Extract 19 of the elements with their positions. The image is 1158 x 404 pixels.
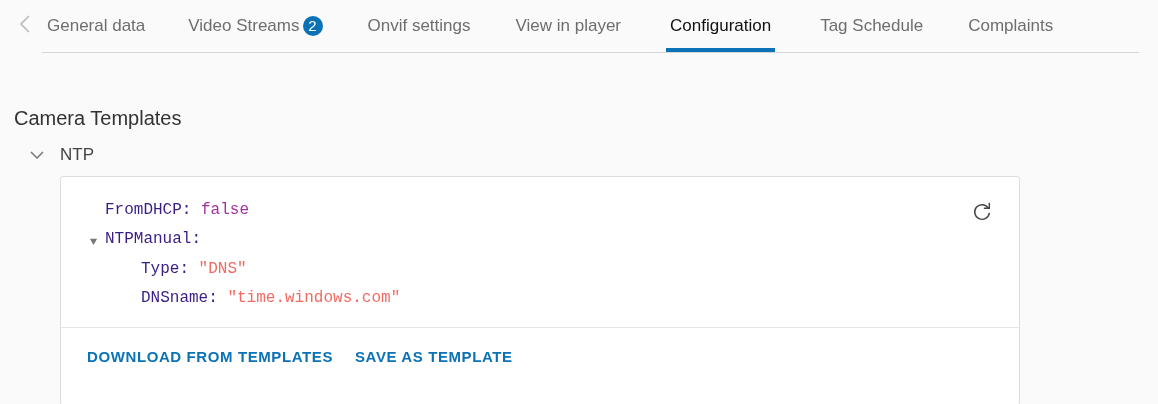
tab[interactable]: General data [47, 0, 146, 52]
collapse-icon[interactable] [89, 236, 98, 246]
refresh-icon[interactable] [971, 201, 993, 223]
tab[interactable]: Complaints [968, 0, 1054, 52]
json-property: FromDHCP: false [105, 200, 250, 219]
json-property: DNSname: "time.windows.com" [141, 289, 401, 308]
tab[interactable]: Onvif settings [367, 0, 471, 52]
section-title: Camera Templates [14, 106, 183, 130]
count-badge: 2 [302, 15, 323, 36]
tab[interactable]: Configuration [666, 0, 776, 52]
group-label: NTP [60, 145, 94, 165]
tab[interactable]: Video Streams 2 [188, 0, 323, 52]
action-button[interactable]: SAVE AS TEMPLATE [345, 342, 523, 371]
json-property: Type: "DNS" [141, 259, 247, 278]
action-button[interactable]: DOWNLOAD FROM TEMPLATES [77, 342, 343, 371]
tab[interactable]: View in player [515, 0, 622, 52]
chevron-icon[interactable] [30, 151, 44, 159]
json-property: NTPManual: [105, 230, 201, 249]
tab[interactable]: Tag Schedule [820, 0, 924, 52]
